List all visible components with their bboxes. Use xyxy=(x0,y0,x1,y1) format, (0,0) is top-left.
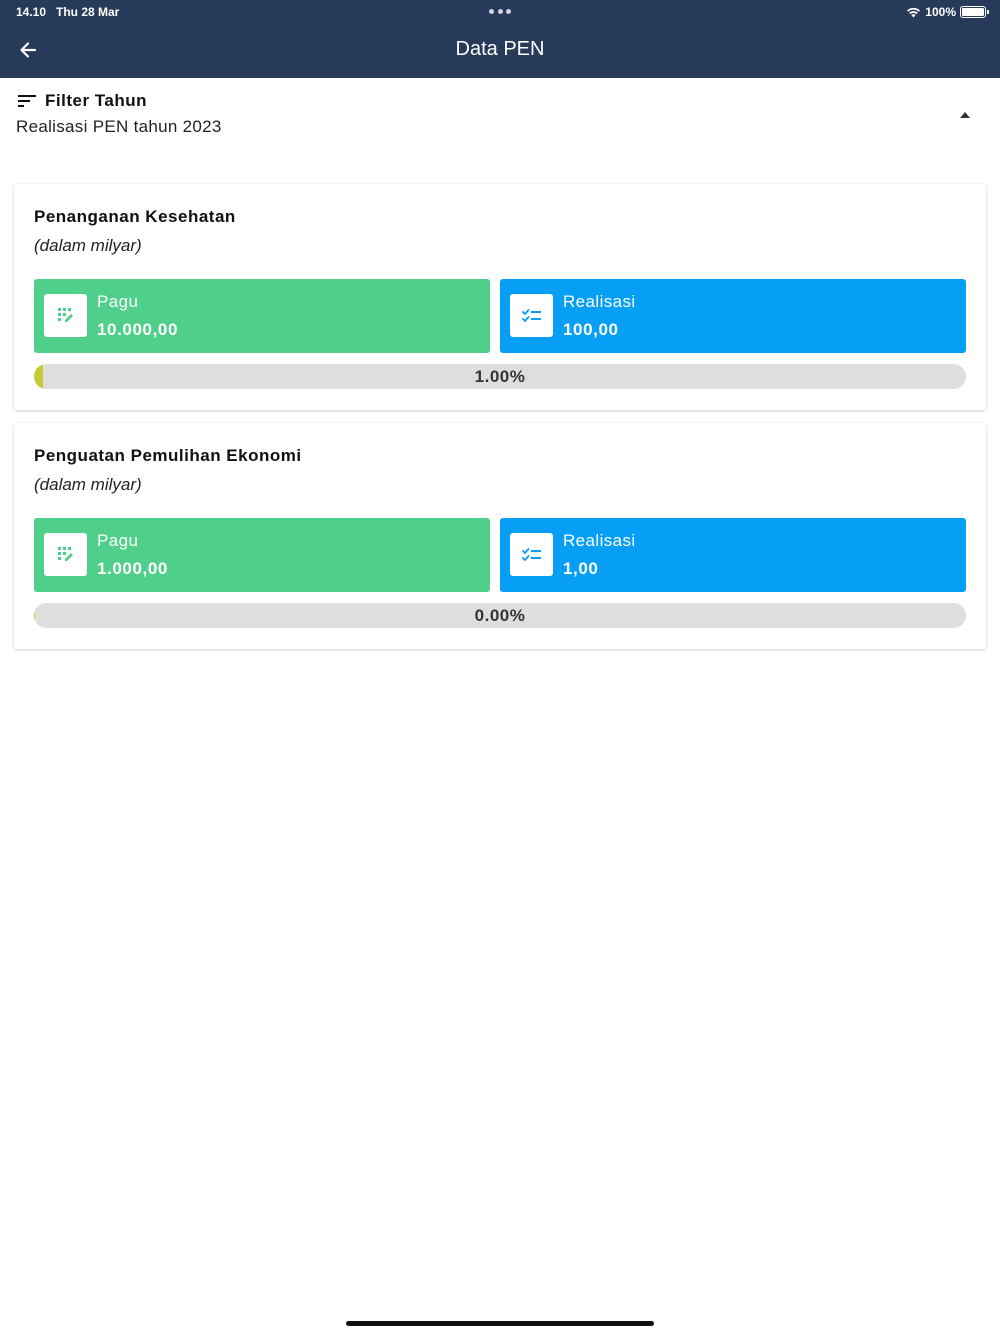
home-indicator[interactable] xyxy=(346,1321,654,1326)
filter-list-icon xyxy=(18,95,36,107)
progress-bar: 0.00% xyxy=(34,603,966,628)
realisasi-label: Realisasi xyxy=(563,531,636,550)
status-time: 14.10 xyxy=(16,5,47,19)
checklist-icon xyxy=(510,533,553,576)
pagu-label: Pagu xyxy=(97,531,139,550)
progress-label: 0.00% xyxy=(474,606,526,625)
card-title: Penguatan Pemulihan Ekonomi xyxy=(34,446,302,465)
realisasi-box: Realisasi 100,00 xyxy=(500,279,966,353)
realisasi-value: 1,00 xyxy=(563,559,599,578)
wifi-icon xyxy=(907,7,921,18)
pagu-value: 1.000,00 xyxy=(97,559,168,578)
filter-toggle-button[interactable] xyxy=(956,108,974,122)
filter-section[interactable]: Filter Tahun Realisasi PEN tahun 2023 xyxy=(0,78,1000,158)
status-indicators: 100% xyxy=(906,4,989,20)
filter-title: Filter Tahun xyxy=(45,91,148,110)
realisasi-value: 100,00 xyxy=(563,320,619,339)
card-penguatan-pemulihan-ekonomi: Penguatan Pemulihan Ekonomi (dalam milya… xyxy=(14,423,986,649)
top-bar: 14.10 Thu 28 Mar 100% Data PEN xyxy=(0,0,1000,78)
checklist-icon xyxy=(510,294,553,337)
grid-edit-icon xyxy=(44,294,87,337)
card-unit: (dalam milyar) xyxy=(34,475,142,494)
progress-label: 1.00% xyxy=(474,367,526,386)
grid-edit-icon xyxy=(44,533,87,576)
card-title: Penanganan Kesehatan xyxy=(34,207,236,226)
card-unit: (dalam milyar) xyxy=(34,236,142,255)
card-penanganan-kesehatan: Penanganan Kesehatan (dalam milyar) Pagu… xyxy=(14,184,986,410)
caret-up-icon xyxy=(960,112,970,118)
realisasi-label: Realisasi xyxy=(563,292,636,311)
pagu-box: Pagu 1.000,00 xyxy=(34,518,490,592)
multitasking-dots-icon[interactable] xyxy=(489,9,511,15)
pagu-box: Pagu 10.000,00 xyxy=(34,279,490,353)
status-date: Thu 28 Mar xyxy=(56,5,120,19)
pagu-label: Pagu xyxy=(97,292,139,311)
battery-icon xyxy=(960,6,989,18)
battery-percent: 100% xyxy=(925,5,956,19)
progress-bar: 1.00% xyxy=(34,364,966,389)
page-title: Data PEN xyxy=(455,38,545,60)
filter-subtitle: Realisasi PEN tahun 2023 xyxy=(16,117,222,136)
pagu-value: 10.000,00 xyxy=(97,320,179,339)
realisasi-box: Realisasi 1,00 xyxy=(500,518,966,592)
